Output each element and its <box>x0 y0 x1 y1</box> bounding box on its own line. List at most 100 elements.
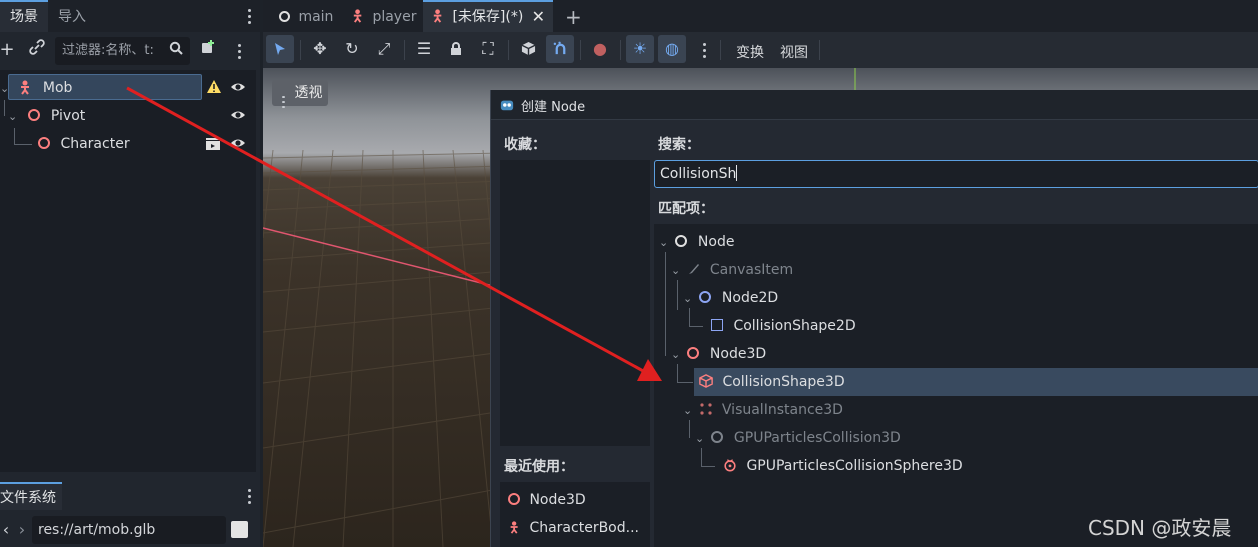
add-node-icon[interactable]: + <box>0 39 18 61</box>
character-body-icon <box>510 521 518 534</box>
instance-scene-icon[interactable] <box>198 39 220 61</box>
match-item-gpuparticlescollision3d[interactable]: ⌄ GPUParticlesCollision3D <box>695 424 901 452</box>
tab-import[interactable]: 导入 <box>48 2 96 32</box>
match-item-node3d[interactable]: ⌄ Node3D <box>671 340 766 368</box>
add-scene-tab-icon[interactable]: + <box>565 2 582 32</box>
collision-shape-3d-icon <box>699 374 713 388</box>
scale-mode-icon[interactable]: ⤢ <box>370 35 398 63</box>
list-select-icon[interactable]: ☰ <box>410 35 438 63</box>
chevron-down-icon[interactable]: ⌄ <box>671 341 683 369</box>
match-item-collisionshape3d[interactable]: CollisionShape3D <box>699 368 845 396</box>
sun-icon[interactable]: ☀ <box>626 35 654 63</box>
rotate-mode-icon[interactable]: ↻ <box>338 35 366 63</box>
split-view-icon[interactable] <box>231 521 248 538</box>
chevron-down-icon[interactable]: ⌄ <box>659 229 671 257</box>
search-value: CollisionSh <box>660 166 737 182</box>
character-body-icon <box>433 9 442 23</box>
clapperboard-icon[interactable] <box>205 130 221 158</box>
match-item-gpuparticlescollisionsphere3d[interactable]: GPUParticlesCollisionSphere3D <box>723 452 963 480</box>
recent-label: 最近使用： <box>504 459 574 475</box>
select-mode-icon[interactable] <box>266 35 294 63</box>
viewport-toolbar: ✥ ↻ ⤢ ☰ ⛶ ● ☀ ◍ 变换 视图 <box>263 32 1258 68</box>
recent-item-label: CharacterBod... <box>529 520 639 536</box>
match-item-label: CanvasItem <box>709 262 794 278</box>
snap-icon[interactable] <box>546 35 574 63</box>
globe-icon[interactable]: ◍ <box>658 35 686 63</box>
create-node-dialog: 创建 Node 收藏： 最近使用： Node3D CharacterBod...… <box>490 90 1258 547</box>
character-body-icon <box>353 9 362 23</box>
node-search-input[interactable]: CollisionSh <box>654 160 1258 188</box>
match-item-visualinstance3d[interactable]: ⌄ VisualInstance3D <box>683 396 843 424</box>
brush-icon <box>689 264 700 274</box>
dock-menu-icon[interactable] <box>242 4 256 28</box>
tree-guide-line <box>701 466 715 467</box>
recent-item-label: Node3D <box>529 492 586 508</box>
move-mode-icon[interactable]: ✥ <box>306 35 334 63</box>
node-icon <box>675 235 688 247</box>
scene-tab-label: player <box>372 9 417 25</box>
cube-icon[interactable] <box>514 35 542 63</box>
tree-item-mob[interactable]: ⌄ Mob <box>0 74 72 102</box>
visibility-eye-icon[interactable] <box>230 130 246 158</box>
match-item-label: CollisionShape3D <box>722 374 845 390</box>
forward-arrow-icon[interactable]: › <box>11 519 33 541</box>
group-icon[interactable]: ⛶ <box>474 35 502 63</box>
recent-item-characterbody[interactable]: CharacterBod... <box>508 514 639 542</box>
watermark: CSDN @政安晨 <box>1088 516 1232 540</box>
match-item-label: Node <box>697 234 735 250</box>
scene-dock-tabs: 场景 导入 <box>0 0 260 32</box>
perspective-menu-button[interactable]: 透视 <box>272 80 328 108</box>
tree-item-pivot[interactable]: ⌄ Pivot <box>8 102 85 130</box>
tree-item-label: Character <box>60 136 130 152</box>
match-item-label: GPUParticlesCollision3D <box>733 430 901 446</box>
collision-shape-2d-icon <box>711 319 723 331</box>
matches-label: 匹配项： <box>658 201 714 217</box>
scene-tab-player[interactable]: player <box>347 2 420 32</box>
scene-tab-main[interactable]: main <box>273 2 339 32</box>
chevron-down-icon[interactable]: ⌄ <box>8 103 20 131</box>
toolbar-separator <box>300 40 301 60</box>
tree-guide-line <box>4 100 5 116</box>
filesystem-menu-icon[interactable] <box>242 484 256 508</box>
chevron-down-icon[interactable]: ⌄ <box>695 425 707 453</box>
chevron-down-icon[interactable]: ⌄ <box>0 75 12 103</box>
filesystem-path-field[interactable]: res://art/mob.glb <box>32 516 226 544</box>
tab-scene[interactable]: 场景 <box>0 0 48 32</box>
tree-item-label: Mob <box>42 80 73 96</box>
scene-menu-icon[interactable] <box>232 39 246 63</box>
recent-item-node3d[interactable]: Node3D <box>508 486 586 514</box>
chevron-down-icon[interactable]: ⌄ <box>671 257 683 285</box>
lock-icon[interactable] <box>442 35 470 63</box>
match-item-node[interactable]: ⌄ Node <box>659 228 734 256</box>
chevron-down-icon[interactable]: ⌄ <box>683 397 695 425</box>
match-item-label: GPUParticlesCollisionSphere3D <box>746 458 963 474</box>
match-item-node2d[interactable]: ⌄ Node2D <box>683 284 778 312</box>
close-icon[interactable]: ✕ <box>532 2 545 32</box>
match-item-label: VisualInstance3D <box>721 402 843 418</box>
visibility-eye-icon[interactable] <box>230 102 246 130</box>
match-item-collisionshape2d[interactable]: CollisionShape2D <box>711 312 856 340</box>
link-icon[interactable] <box>26 39 48 61</box>
tree-item-character[interactable]: Character <box>38 130 130 158</box>
favorites-list[interactable] <box>500 160 650 446</box>
tab-filesystem[interactable]: 文件系统 <box>0 482 62 510</box>
toolbar-separator <box>580 40 581 60</box>
tree-guide-line <box>665 252 666 356</box>
camera-icon[interactable]: ● <box>586 35 614 63</box>
visibility-eye-icon[interactable] <box>230 74 246 102</box>
scene-tab-label: main <box>298 9 334 25</box>
particles-collision-icon <box>711 431 724 443</box>
toolbar-separator <box>819 40 820 60</box>
preview-menu-icon[interactable] <box>697 38 711 62</box>
match-item-canvasitem[interactable]: ⌄ CanvasItem <box>671 256 793 284</box>
chevron-down-icon[interactable]: ⌄ <box>683 285 695 313</box>
view-menu[interactable]: 视图 <box>780 42 808 62</box>
toolbar-separator <box>404 40 405 60</box>
transform-menu[interactable]: 变换 <box>736 42 764 62</box>
node3d-icon <box>28 109 41 121</box>
scene-tab-unsaved[interactable]: [未保存](*) ✕ <box>423 0 553 32</box>
node2d-icon <box>699 291 712 303</box>
warning-icon[interactable] <box>206 74 222 102</box>
toolbar-separator <box>620 40 621 60</box>
text-caret <box>736 165 738 181</box>
